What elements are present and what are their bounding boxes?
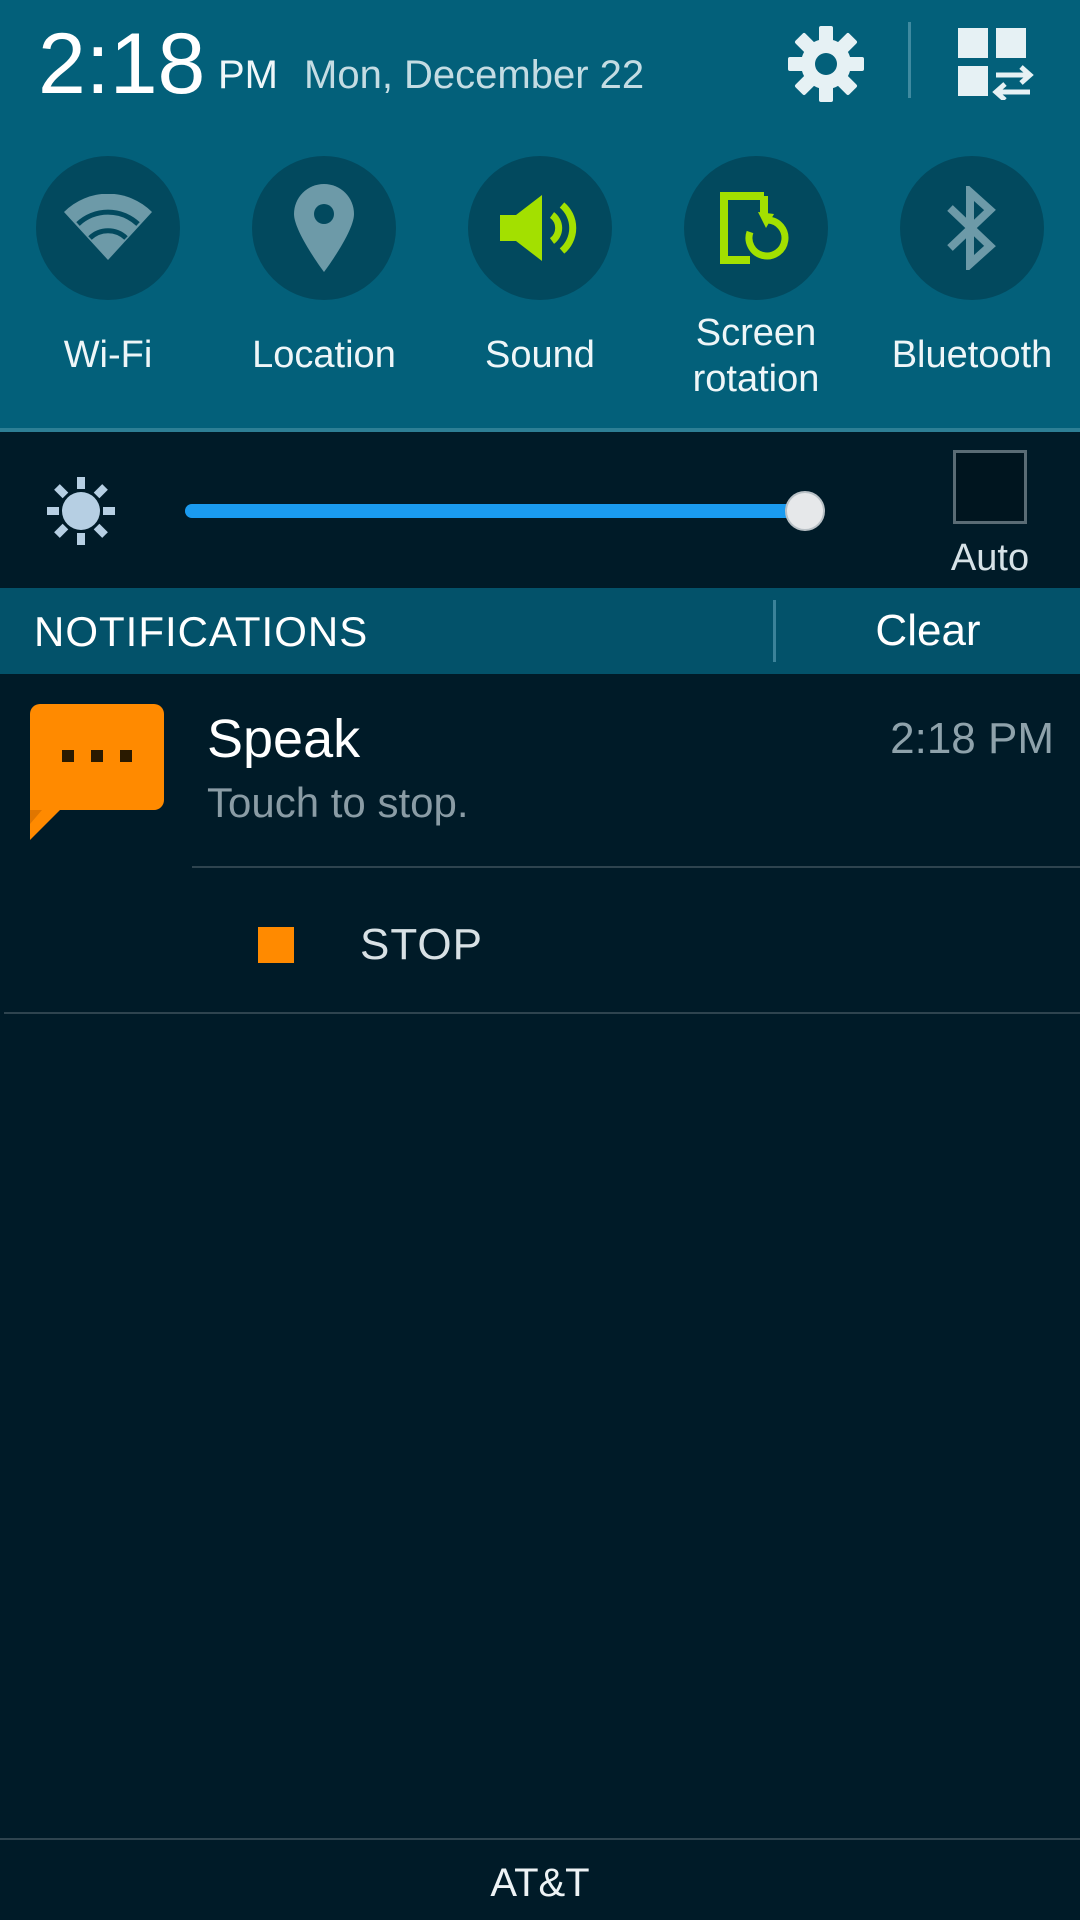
notification-bottom-divider xyxy=(4,1012,1080,1014)
toggle-bluetooth-circle xyxy=(900,156,1044,300)
toggle-wifi-circle xyxy=(36,156,180,300)
notification-time: 2:18 PM xyxy=(890,714,1054,763)
location-pin-icon xyxy=(294,184,354,272)
auto-brightness-label: Auto xyxy=(950,537,1030,579)
settings-button[interactable] xyxy=(782,20,870,108)
brightness-slider-thumb[interactable] xyxy=(785,491,826,531)
grid-swap-icon xyxy=(958,28,1034,100)
carrier-label: AT&T xyxy=(490,1861,590,1905)
quick-toggles: Wi-Fi Location Sound Screen rotation Blu… xyxy=(0,156,1080,416)
toggle-bluetooth-label: Bluetooth xyxy=(891,334,1053,376)
header-divider xyxy=(908,22,911,98)
clock-date: Mon, December 22 xyxy=(304,53,645,97)
sun-icon xyxy=(47,477,115,545)
clock-time: 2:18 xyxy=(38,16,206,112)
clock-ampm: PM xyxy=(218,53,278,97)
brightness-slider[interactable] xyxy=(185,491,826,531)
toggle-screen-rotation[interactable]: Screen rotation xyxy=(648,156,864,416)
notification-title: Speak xyxy=(207,709,361,769)
toggle-location-label: Location xyxy=(252,334,396,376)
stop-square-icon xyxy=(258,927,294,963)
toggle-bluetooth[interactable]: Bluetooth xyxy=(864,156,1080,416)
quick-panel: 2:18 PM Mon, December 22 Wi-Fi Location … xyxy=(0,0,1080,432)
bluetooth-icon xyxy=(947,186,996,270)
edit-toggles-button[interactable] xyxy=(952,20,1040,108)
toggle-screen-rotation-label-text: Screen rotation xyxy=(692,312,820,400)
toggle-sound[interactable]: Sound xyxy=(432,156,648,416)
speaker-icon xyxy=(500,195,577,261)
toggle-sound-circle xyxy=(468,156,612,300)
toggle-sound-label: Sound xyxy=(485,334,595,376)
clear-button[interactable]: Clear xyxy=(776,588,1080,674)
stop-action-button[interactable]: STOP xyxy=(192,868,1080,1012)
notification-speak[interactable]: Speak 2:18 PM Touch to stop. STOP xyxy=(0,674,1080,1014)
clock-row: 2:18 PM Mon, December 22 xyxy=(0,0,1080,130)
toggle-location[interactable]: Location xyxy=(216,156,432,416)
brightness-slider-fill xyxy=(185,504,806,518)
toggle-wifi[interactable]: Wi-Fi xyxy=(0,156,216,416)
toggle-wifi-label: Wi-Fi xyxy=(63,334,153,376)
toggle-location-circle xyxy=(252,156,396,300)
screen-rotation-icon xyxy=(720,192,789,264)
stop-action-label: STOP xyxy=(360,920,484,969)
notifications-header: NOTIFICATIONS Clear xyxy=(0,588,1080,674)
notification-text: Touch to stop. xyxy=(207,779,469,826)
gear-icon xyxy=(788,26,864,102)
toggle-screen-rotation-label: Screen rotation xyxy=(648,310,864,402)
wifi-icon xyxy=(64,194,152,260)
footer-divider xyxy=(0,1838,1080,1840)
speech-bubble-icon xyxy=(30,704,164,840)
toggle-screen-rotation-circle xyxy=(684,156,828,300)
notifications-title: NOTIFICATIONS xyxy=(34,608,369,655)
auto-brightness-checkbox[interactable] xyxy=(953,450,1027,524)
